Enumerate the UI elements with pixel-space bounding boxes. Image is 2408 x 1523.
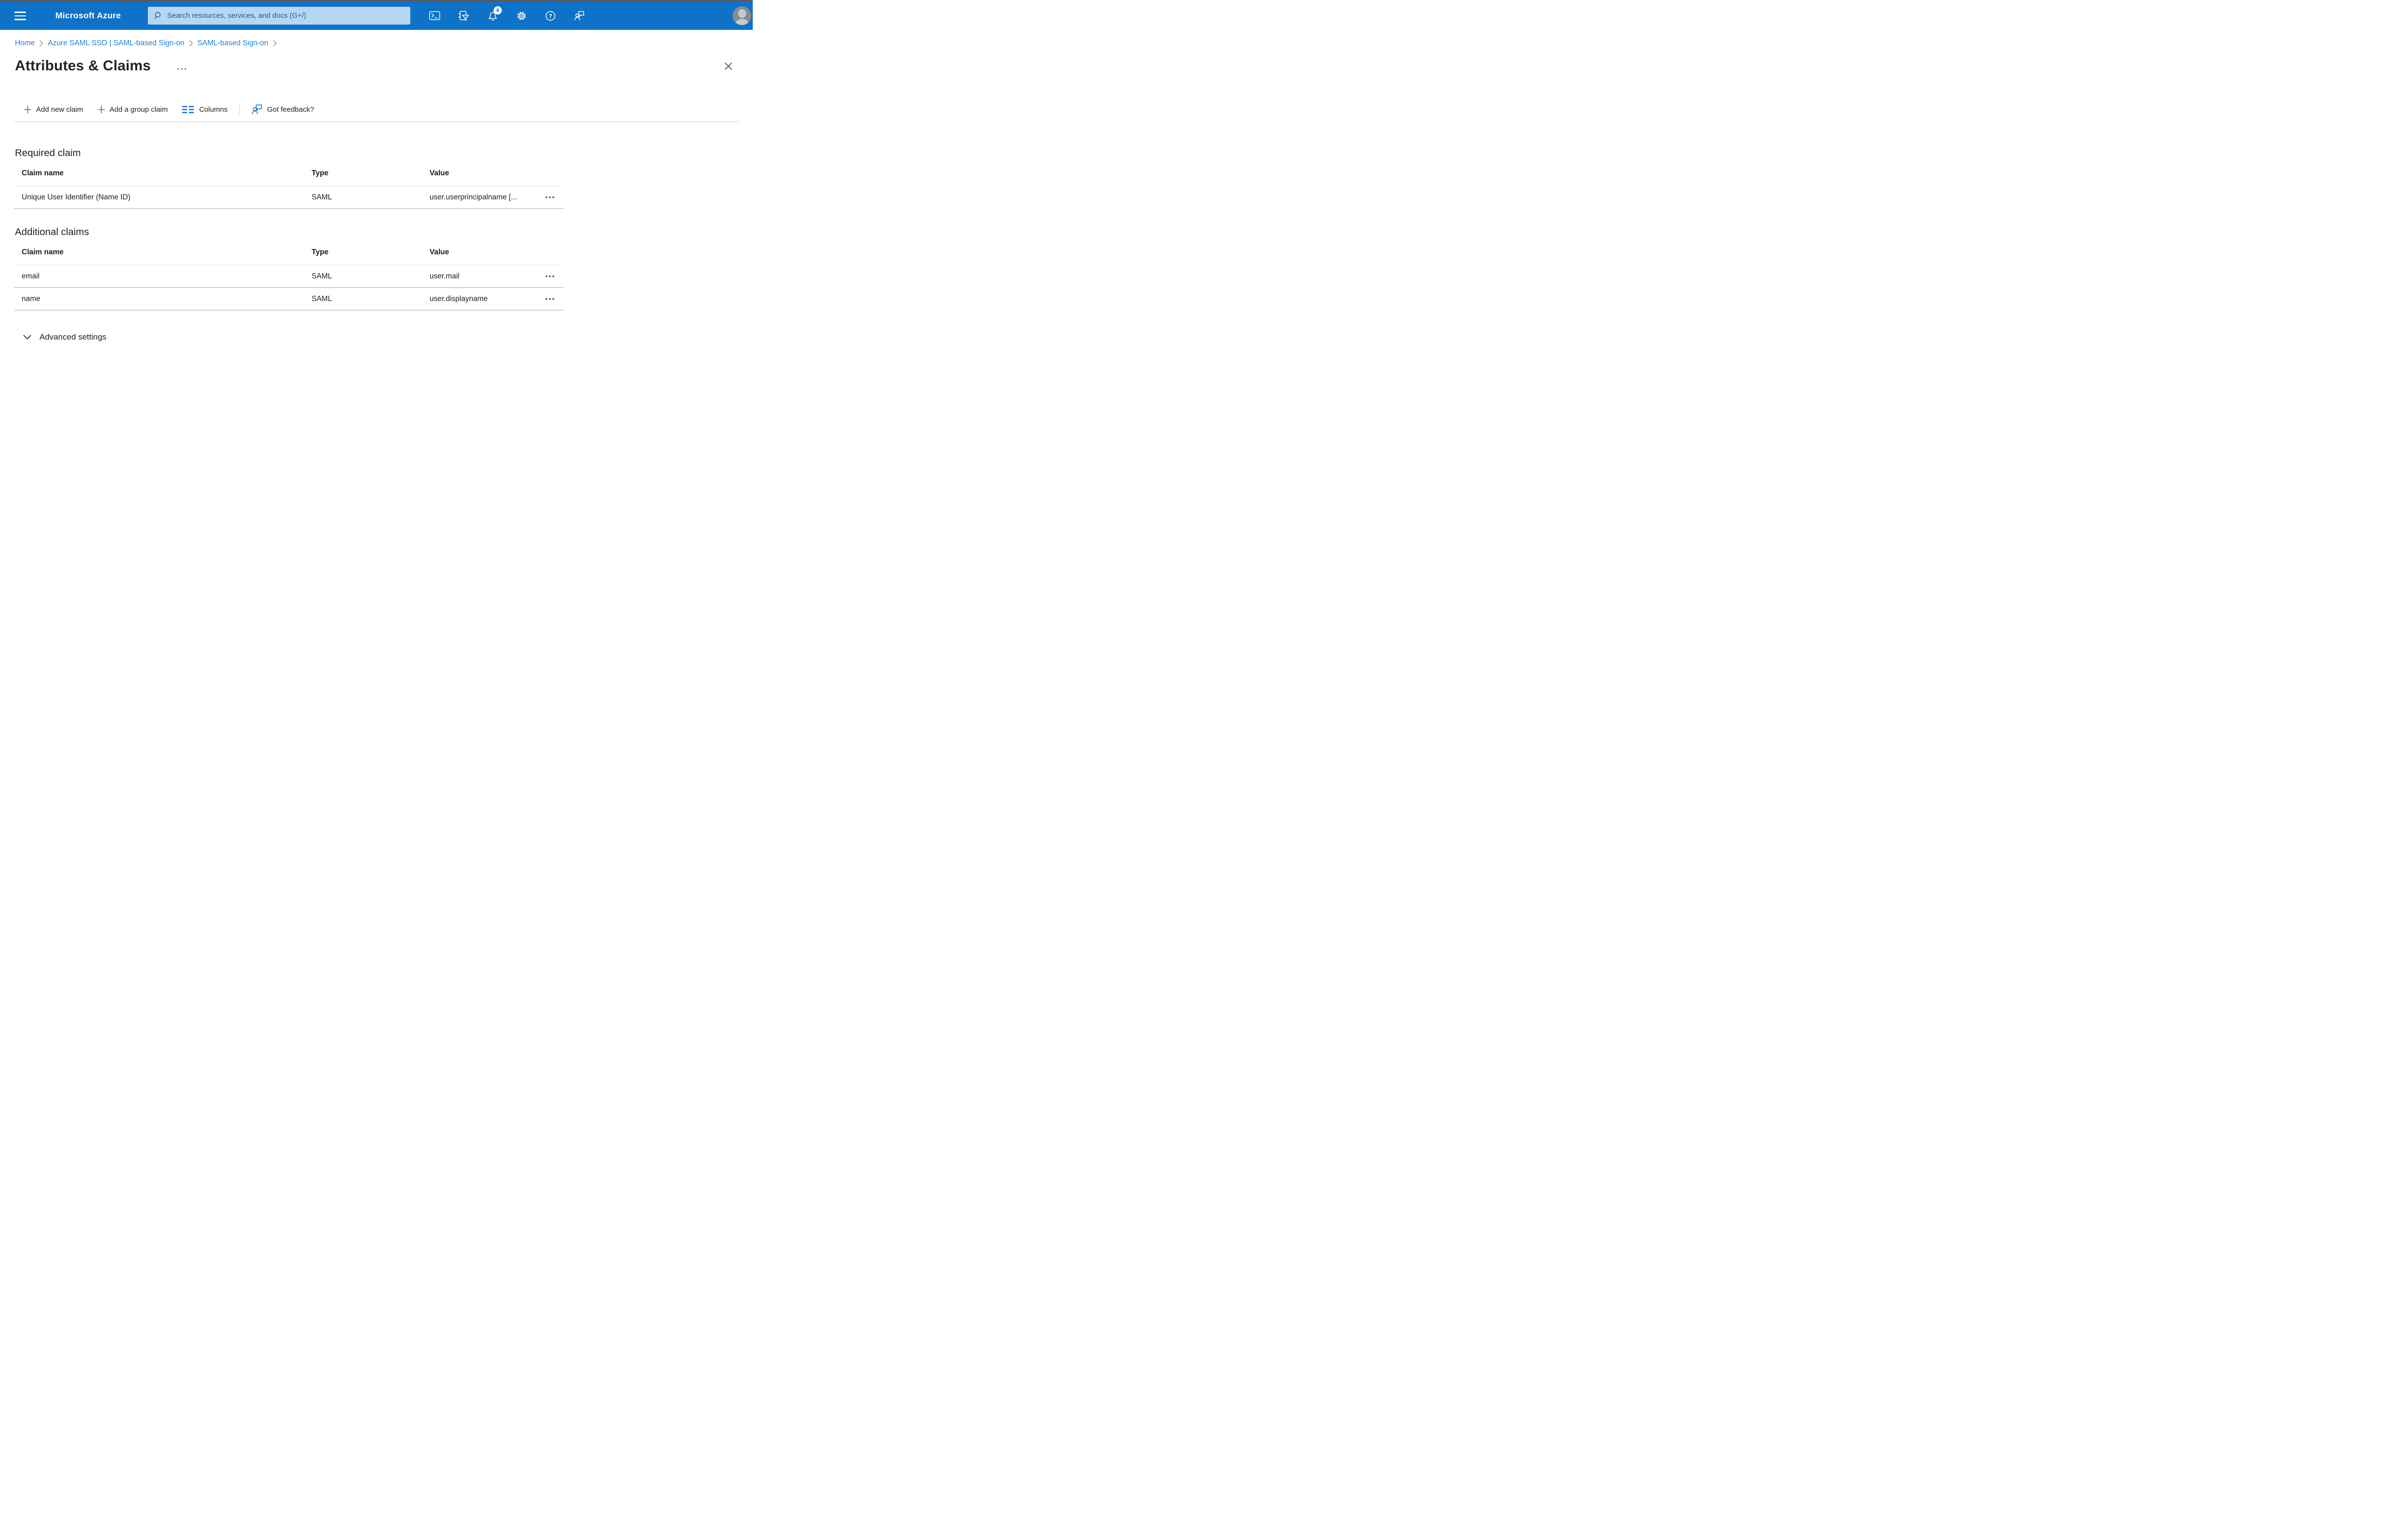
menu-button[interactable] (14, 12, 26, 20)
search-icon (154, 12, 161, 19)
more-options-icon: ••• (545, 295, 556, 302)
azure-portal-window: Microsoft Azure Search resources, servic… (0, 0, 753, 381)
page-header: Attributes & Claims ··· (15, 55, 738, 77)
claim-name-cell: email (22, 272, 40, 280)
row-more-options-button[interactable]: ••• (542, 192, 558, 203)
person-feedback-icon (574, 11, 584, 20)
add-new-claim-button[interactable]: Add new claim (23, 103, 84, 117)
global-search[interactable] (148, 7, 410, 25)
page-title: Attributes & Claims (15, 58, 151, 74)
table-row[interactable]: name SAML user.displayname ••• (14, 288, 563, 311)
claim-name-cell: Unique User Identifier (Name ID) (22, 193, 131, 201)
cloud-shell-button[interactable] (425, 6, 445, 26)
close-blade-button[interactable] (721, 59, 735, 73)
required-claim-heading: Required claim (15, 147, 81, 158)
hamburger-bar (14, 15, 26, 17)
svg-text:?: ? (549, 13, 552, 19)
additional-claims-table: Claim name Type Value email SAML user.ma… (14, 238, 563, 311)
account-avatar[interactable] (733, 6, 751, 25)
columns-label: Columns (199, 105, 228, 114)
chevron-right-icon (39, 40, 43, 47)
topbar: Microsoft Azure Search resources, servic… (0, 1, 753, 30)
settings-button[interactable] (511, 6, 531, 26)
claim-type-cell: SAML (312, 294, 332, 303)
avatar-torso (734, 19, 749, 25)
row-more-options-button[interactable]: ••• (542, 271, 558, 282)
chevron-down-icon (23, 335, 31, 340)
row-more-options-button[interactable]: ••• (542, 293, 558, 304)
column-header-value: Value (430, 248, 449, 256)
table-row[interactable]: Unique User Identifier (Name ID) SAML us… (14, 186, 563, 209)
notifications-button[interactable]: 6 (483, 6, 502, 26)
got-feedback-label: Got feedback? (267, 105, 314, 114)
required-claim-table: Claim name Type Value Unique User Identi… (14, 159, 563, 209)
chevron-right-icon (273, 40, 277, 47)
advanced-settings-label: Advanced settings (39, 332, 106, 341)
breadcrumb-home[interactable]: Home (15, 39, 35, 48)
column-header-claim-name: Claim name (22, 169, 64, 177)
columns-icon (182, 106, 194, 113)
more-options-icon: ••• (545, 273, 556, 280)
plus-icon (24, 105, 31, 114)
claim-name-cell: name (22, 294, 40, 303)
table-row[interactable]: email SAML user.mail ••• (14, 265, 563, 288)
table-header-row: Claim name Type Value (14, 159, 563, 186)
notification-badge: 6 (494, 6, 502, 14)
column-header-type: Type (312, 169, 329, 177)
advanced-settings-toggle[interactable]: Advanced settings (23, 332, 106, 342)
breadcrumb-saml-signon[interactable]: SAML-based Sign-on (197, 39, 268, 48)
hamburger-bar (14, 19, 26, 20)
toolbar-divider (239, 104, 240, 115)
directory-filter-icon (458, 11, 469, 21)
column-header-actions (537, 248, 563, 257)
close-icon (724, 62, 732, 70)
more-options-icon: ••• (545, 194, 556, 201)
page-context-menu-button[interactable]: ··· (175, 65, 190, 74)
add-new-claim-label: Add new claim (36, 105, 83, 114)
help-button[interactable]: ? (540, 6, 560, 26)
claim-type-cell: SAML (312, 272, 332, 280)
help-icon: ? (545, 11, 555, 21)
hamburger-bar (14, 12, 26, 13)
claim-value-cell: user.mail (430, 272, 460, 280)
search-input[interactable] (166, 11, 405, 20)
plus-icon (98, 105, 105, 114)
column-header-value: Value (430, 169, 449, 177)
avatar-head (738, 9, 746, 18)
gear-icon (517, 11, 526, 20)
command-bar: Add new claim Add a group claim Columns (14, 101, 738, 122)
ellipsis-icon: ··· (177, 65, 188, 74)
additional-claims-heading: Additional claims (15, 226, 89, 237)
column-header-claim-name: Claim name (22, 248, 64, 256)
column-header-actions (537, 169, 563, 178)
feedback-button[interactable] (569, 6, 589, 26)
claim-value-cell: user.displayname (430, 294, 488, 303)
got-feedback-button[interactable]: Got feedback? (250, 101, 315, 118)
directory-filter-button[interactable] (454, 6, 473, 26)
breadcrumb: Home Azure SAML SSO | SAML-based Sign-on… (0, 30, 753, 48)
chevron-right-icon (189, 40, 193, 47)
columns-button[interactable]: Columns (181, 103, 228, 117)
person-feedback-icon (251, 105, 262, 115)
brand-title[interactable]: Microsoft Azure (55, 1, 121, 30)
breadcrumb-app[interactable]: Azure SAML SSO | SAML-based Sign-on (48, 39, 184, 48)
column-header-type: Type (312, 248, 329, 256)
cloud-shell-icon (429, 11, 440, 20)
topbar-actions: 6 ? (425, 1, 589, 30)
add-group-claim-label: Add a group claim (109, 105, 168, 114)
claim-type-cell: SAML (312, 193, 332, 201)
claim-value-cell: user.userprincipalname [... (430, 193, 517, 201)
add-group-claim-button[interactable]: Add a group claim (97, 103, 169, 117)
table-header-row: Claim name Type Value (14, 238, 563, 265)
